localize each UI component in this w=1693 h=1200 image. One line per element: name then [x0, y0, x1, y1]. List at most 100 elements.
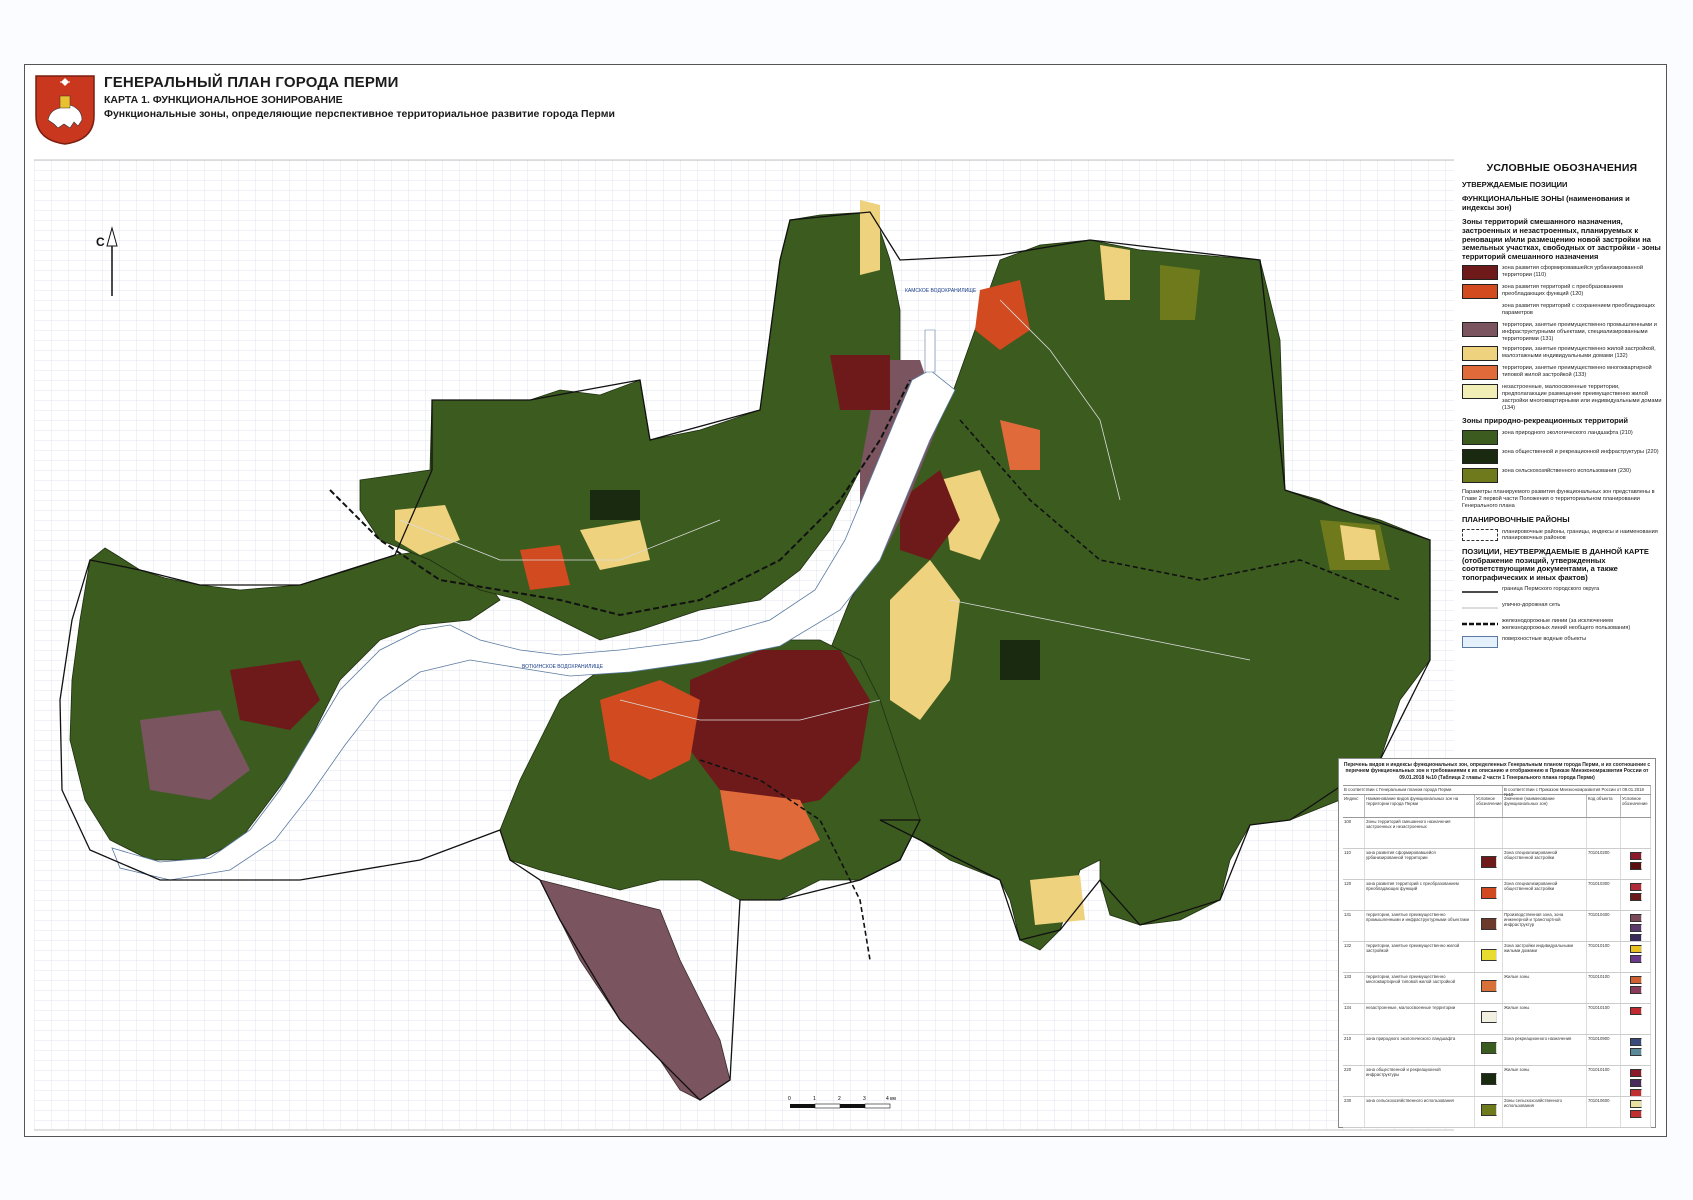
- table-code-swatches: [1621, 880, 1651, 910]
- zone-agri-ne: [1160, 265, 1200, 320]
- table-row: 210 зона природного экологического ландша…: [1343, 1035, 1651, 1066]
- table-cell: 131: [1343, 911, 1365, 941]
- table-cell: Производственная зона, зона инженерной и…: [1503, 911, 1587, 941]
- table-cell: Зона специализированной общественной зас…: [1503, 880, 1587, 910]
- legend-item-210: зона природного экологического ландшафта…: [1462, 429, 1662, 445]
- table-cell: Жилые зоны: [1503, 1004, 1587, 1034]
- table-cell: 132: [1343, 942, 1365, 972]
- legend-swatch: [1462, 467, 1498, 483]
- legend-swatch: [1462, 322, 1498, 338]
- legend-line-water: поверхностные водные объекты: [1462, 635, 1662, 648]
- table-zone-swatch: [1475, 973, 1503, 1003]
- table-code-swatches: [1621, 942, 1651, 972]
- table-zone-swatch: [1475, 942, 1503, 972]
- table-zone-swatch: [1475, 849, 1503, 879]
- table-cell: 701010300: [1587, 880, 1621, 910]
- map-title: ГЕНЕРАЛЬНЫЙ ПЛАН ГОРОДА ПЕРМИ: [104, 74, 399, 91]
- table-grid: В соответствии с Генеральным планом горо…: [1343, 785, 1651, 1128]
- table-cell: зона развития сформировавшейся урбанизир…: [1365, 849, 1475, 879]
- table-head-right: В соответствии с Приказом Минэкономразви…: [1503, 786, 1651, 797]
- table-cell: [1587, 818, 1621, 848]
- table-zone-swatch: [1475, 880, 1503, 910]
- table-cell: территории, занятые преимущественно мног…: [1365, 973, 1475, 1003]
- table-row: 220 зона общественной и рекреационной инф…: [1343, 1066, 1651, 1097]
- table-row: 132 территории, занятые преимущественно ж…: [1343, 942, 1651, 973]
- legend-item-110: зона развития сформировавшейся урбанизир…: [1462, 265, 1662, 281]
- legend-districts-head: ПЛАНИРОВОЧНЫЕ РАЙОНЫ: [1462, 514, 1570, 524]
- zone-housing-north: [860, 200, 880, 275]
- table-code-swatches: [1621, 1097, 1651, 1127]
- table-cell: 134: [1343, 1004, 1365, 1034]
- table-cell: 100: [1343, 818, 1365, 848]
- road-line-icon: [1462, 607, 1498, 609]
- reservoir-label-south: ВОТКИНСКОЕ ВОДОХРАНИЛИЩЕ: [522, 664, 604, 670]
- table-cell: 230: [1343, 1097, 1365, 1127]
- table-cell: Жилые зоны: [1503, 1066, 1587, 1096]
- legend-line-boundary: граница Пермского городского округа: [1462, 586, 1662, 598]
- table-cell: 133: [1343, 973, 1365, 1003]
- table-cell: 701010100: [1587, 973, 1621, 1003]
- legend-swatch: [1462, 284, 1498, 300]
- map-subtitle: КАРТА 1. ФУНКЦИОНАЛЬНОЕ ЗОНИРОВАНИЕ: [104, 94, 343, 106]
- table-cell: Зона специализированной общественной зас…: [1503, 849, 1587, 879]
- table-cell: 210: [1343, 1035, 1365, 1065]
- table-code-swatches: [1621, 1066, 1651, 1096]
- legend-item-131: территории, занятые преимущественно пром…: [1462, 322, 1662, 342]
- water-swatch: [1462, 635, 1498, 648]
- table-cell: 120: [1343, 880, 1365, 910]
- legend-item-132: территории, занятые преимущественно жило…: [1462, 346, 1662, 362]
- legend-line-roads: улично-дорожная сеть: [1462, 602, 1662, 614]
- legend-item-134: незастроенные, малоосвоенные территории,…: [1462, 384, 1662, 411]
- legend-swatch: [1462, 528, 1498, 541]
- table-cell: Жилые зоны: [1503, 973, 1587, 1003]
- table-cell: Зона застройки индивидуальными жилыми до…: [1503, 942, 1587, 972]
- table-cell: 701010100: [1587, 1066, 1621, 1096]
- zone-recreation-dark: [590, 490, 640, 520]
- table-head-left: В соответствии с Генеральным планом горо…: [1343, 786, 1503, 794]
- table-cell: 701010100: [1587, 942, 1621, 972]
- table-caption: Перечень видов и индексы функциональных …: [1343, 762, 1651, 781]
- table-cell: зона развития территорий с преобразовани…: [1365, 880, 1475, 910]
- legend-swatch: [1462, 429, 1498, 445]
- table-cell: территории, занятые преимущественно жило…: [1365, 942, 1475, 972]
- table-cell: зона общественной и рекреационной инфрас…: [1365, 1066, 1475, 1096]
- table-code-swatches: [1621, 849, 1651, 879]
- table-cell: 701010200: [1587, 849, 1621, 879]
- legend-swatch: [1462, 346, 1498, 362]
- table-cell: 701010400: [1587, 911, 1621, 941]
- zone-housing-ne: [1100, 245, 1130, 300]
- table-zone-swatch: [1475, 1066, 1503, 1096]
- table-cell: 701010100: [1587, 1004, 1621, 1034]
- legend-item-120: зона развития территорий с преобразовани…: [1462, 284, 1662, 300]
- legend-panel: УСЛОВНЫЕ ОБОЗНАЧЕНИЯ УТВЕРЖДАЕМЫЕ ПОЗИЦИ…: [1462, 162, 1662, 648]
- table-cell: Зоны сельскохозяйственного использования: [1503, 1097, 1587, 1127]
- scale-tick-1: 1: [813, 1096, 816, 1102]
- zone-correspondence-table: Перечень видов и индексы функциональных …: [1338, 758, 1656, 1128]
- legend-swatch: [1462, 365, 1498, 381]
- legend-swatch: [1462, 265, 1498, 281]
- reservoir-label-north: КАМСКОЕ ВОДОХРАНИЛИЩЕ: [905, 288, 977, 294]
- legend-line-rail: железнодорожные линии (за исключением же…: [1462, 618, 1662, 631]
- table-code-swatches: [1621, 973, 1651, 1003]
- table-cell: 701010900: [1587, 1035, 1621, 1065]
- legend-approved: УТВЕРЖДАЕМЫЕ ПОЗИЦИИ: [1462, 180, 1568, 189]
- scale-tick-4: 4 км: [886, 1096, 896, 1102]
- table-cell: 701010600: [1587, 1097, 1621, 1127]
- table-cell: зона природного экологического ландшафта: [1365, 1035, 1475, 1065]
- legend-params-note: Параметры планируемого развития функцион…: [1462, 488, 1655, 509]
- table-zone-swatch: [1475, 1097, 1503, 1127]
- table-row: 134 незастроенные, малоосвоенные территор…: [1343, 1004, 1651, 1035]
- table-cell: территории, занятые преимущественно пром…: [1365, 911, 1475, 941]
- north-label: С: [96, 235, 105, 249]
- railway-line-icon: [1462, 623, 1498, 626]
- table-zone-swatch: [1475, 1035, 1503, 1065]
- table-row: 131 территории, занятые преимущественно п…: [1343, 911, 1651, 942]
- table-row: 230 зона сельскохозяйственного использова…: [1343, 1097, 1651, 1128]
- scale-tick-0: 0: [788, 1096, 791, 1102]
- zone-housing-east-edge: [1340, 525, 1380, 560]
- scale-tick-2: 2: [838, 1096, 841, 1102]
- table-row: 133 территории, занятые преимущественно м…: [1343, 973, 1651, 1004]
- map-description: Функциональные зоны, определяющие перспе…: [104, 108, 615, 120]
- legend-func-zones: ФУНКЦИОНАЛЬНЫЕ ЗОНЫ (наименования и инде…: [1462, 194, 1630, 212]
- legend-item-230: зона сельскохозяйственного использования…: [1462, 467, 1662, 483]
